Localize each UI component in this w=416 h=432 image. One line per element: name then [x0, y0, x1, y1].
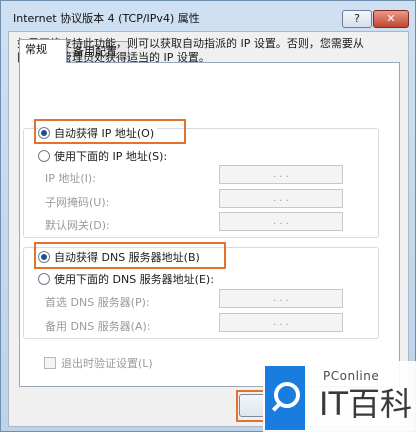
watermark-brand: PConline — [323, 369, 380, 383]
radio-button-icon — [38, 150, 50, 162]
preferred-dns-label: 首选 DNS 服务器(P): — [45, 296, 150, 309]
radio-auto-ip[interactable]: 自动获得 IP 地址(O) — [38, 125, 158, 141]
radio-button-icon — [38, 251, 50, 263]
subnet-mask-label: 子网掩码(U): — [45, 196, 110, 209]
alternate-dns-label: 备用 DNS 服务器(A): — [45, 320, 151, 333]
watermark-title: IT百科 — [319, 385, 412, 423]
search-logo-icon — [265, 366, 305, 430]
subnet-mask-input[interactable]: . . . — [219, 189, 343, 208]
default-gateway-input[interactable]: . . . — [219, 212, 343, 231]
alternate-dns-input[interactable]: . . . — [219, 313, 343, 332]
preferred-dns-input[interactable]: . . . — [219, 289, 343, 308]
radio-manual-dns-label: 使用下面的 DNS 服务器地址(E): — [54, 273, 214, 286]
radio-auto-dns[interactable]: 自动获得 DNS 服务器地址(B) — [38, 249, 203, 265]
radio-manual-dns[interactable]: 使用下面的 DNS 服务器地址(E): — [38, 271, 217, 287]
radio-button-icon — [38, 273, 50, 285]
ip-address-input[interactable]: . . . — [219, 165, 343, 184]
radio-auto-dns-label: 自动获得 DNS 服务器地址(B) — [54, 251, 200, 264]
default-gateway-label: 默认网关(D): — [45, 219, 110, 232]
title-bar[interactable]: Internet 协议版本 4 (TCP/IPv4) 属性 ? ✕ — [1, 1, 415, 31]
radio-auto-ip-label: 自动获得 IP 地址(O) — [54, 127, 155, 140]
help-button[interactable]: ? — [342, 10, 372, 28]
validate-on-exit-checkbox[interactable]: 退出时验证设置(L) — [44, 355, 153, 371]
radio-button-icon — [38, 127, 50, 139]
description-text: 如果网络支持此功能，则可以获取自动指派的 IP 设置。否则，您需要从网络系统管理… — [17, 37, 364, 64]
ip-address-label: IP 地址(I): — [45, 172, 96, 185]
window-title: Internet 协议版本 4 (TCP/IPv4) 属性 — [13, 12, 200, 25]
checkbox-icon — [44, 357, 56, 369]
dialog-window: Internet 协议版本 4 (TCP/IPv4) 属性 ? ✕ 备用配置 常… — [0, 0, 416, 432]
validate-on-exit-label: 退出时验证设置(L) — [61, 357, 153, 370]
close-button[interactable]: ✕ — [373, 10, 409, 28]
radio-manual-ip[interactable]: 使用下面的 IP 地址(S): — [38, 148, 171, 164]
tab-general[interactable]: 常规 — [19, 39, 67, 63]
radio-manual-ip-label: 使用下面的 IP 地址(S): — [54, 150, 168, 163]
